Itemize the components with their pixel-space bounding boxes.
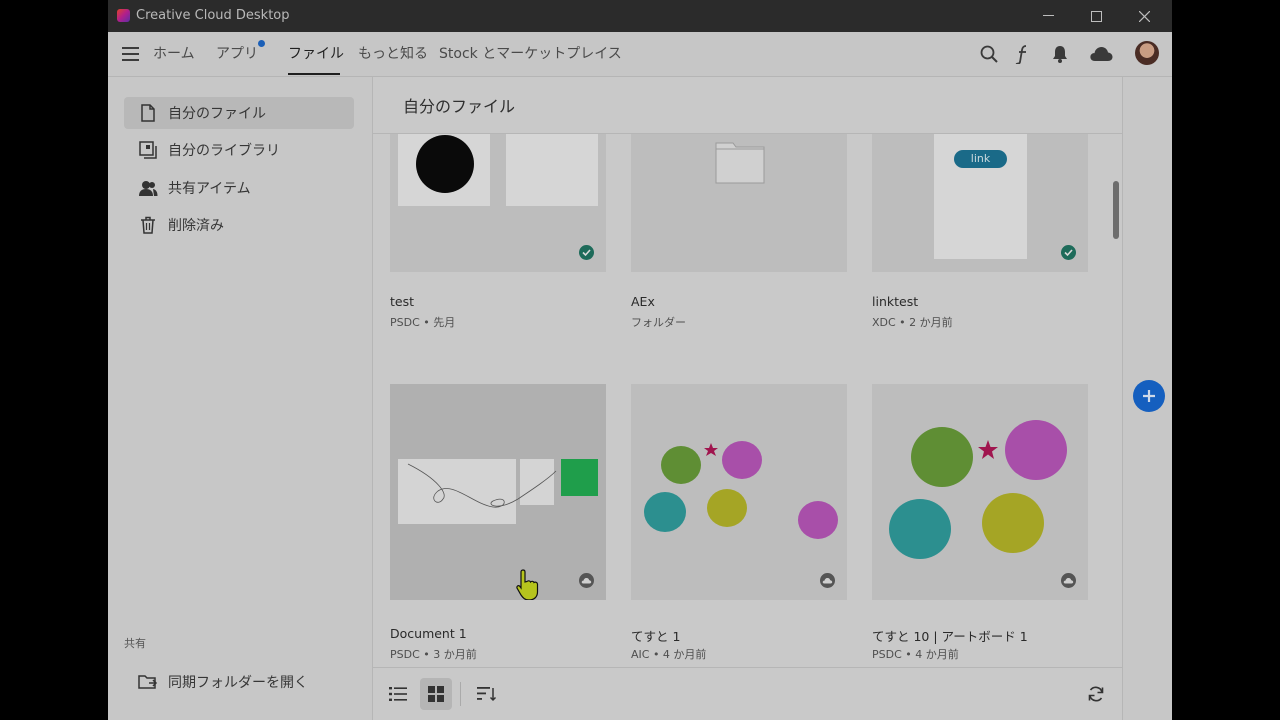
cloud-icon[interactable]: [1089, 42, 1113, 66]
hand-cursor-icon: [514, 568, 542, 600]
active-tab-underline: [288, 73, 340, 75]
hamburger-menu-icon[interactable]: [122, 47, 139, 61]
file-name: てすと 1: [631, 629, 681, 644]
grid-view-button[interactable]: [420, 678, 452, 710]
minimize-button[interactable]: [1024, 0, 1072, 32]
sidebar-item-deleted[interactable]: 削除済み: [124, 209, 354, 241]
main-header: 自分のファイル: [373, 77, 1122, 134]
close-button[interactable]: [1120, 0, 1168, 32]
shared-users-icon: [138, 178, 158, 198]
grid-scrollbar[interactable]: [1113, 181, 1119, 239]
page-title: 自分のファイル: [403, 97, 516, 116]
file-meta: AIC • 4 か月前: [631, 648, 707, 661]
app-window: Creative Cloud Desktop ホーム アプリ ファイル もっと知…: [108, 0, 1172, 720]
toolbar-divider: [460, 682, 461, 706]
file-meta: フォルダー: [631, 316, 686, 329]
refresh-icon: [1088, 686, 1104, 702]
tab-files[interactable]: ファイル: [288, 43, 344, 63]
file-thumbnail[interactable]: [390, 134, 606, 272]
search-icon[interactable]: [977, 42, 1001, 66]
sidebar-item-my-files[interactable]: 自分のファイル: [124, 97, 354, 129]
maximize-button[interactable]: [1072, 0, 1120, 32]
file-name: てすと 10 | アートボード 1: [872, 629, 1028, 644]
file-meta: PSDC • 4 か月前: [872, 648, 959, 661]
sidebar: 自分のファイル 自分のライブラリ 共有アイテム 削除済み 共有 同期フォルダーを: [108, 77, 373, 720]
creative-cloud-logo-icon: [117, 9, 130, 22]
file-meta: XDC • 2 か月前: [872, 316, 953, 329]
plus-icon: [1143, 390, 1155, 402]
add-button[interactable]: [1133, 380, 1165, 412]
file-meta: PSDC • 先月: [390, 316, 456, 329]
sync-folder-label: 同期フォルダーを開く: [168, 675, 308, 691]
list-view-button[interactable]: [382, 678, 414, 710]
file-thumbnail[interactable]: [390, 384, 606, 600]
file-name: linktest: [872, 294, 919, 309]
sort-button[interactable]: [471, 678, 503, 710]
file-thumbnail[interactable]: [872, 384, 1088, 600]
link-pill: link: [954, 150, 1007, 168]
folder-icon: [715, 140, 765, 188]
title-bar: Creative Cloud Desktop: [108, 0, 1172, 32]
refresh-button[interactable]: [1080, 678, 1112, 710]
file-name: test: [390, 294, 415, 309]
file-icon: [138, 103, 158, 123]
sidebar-item-label: 削除済み: [168, 218, 224, 234]
sidebar-item-label: 共有アイテム: [168, 181, 251, 197]
avatar[interactable]: [1135, 41, 1159, 65]
tab-stock[interactable]: Stock とマーケットプレイス: [439, 43, 622, 63]
tab-discover[interactable]: もっと知る: [358, 43, 428, 63]
main-content: 自分のファイル test PSDC • 先月 AEx フォルダー link li…: [373, 77, 1122, 720]
sidebar-item-my-libraries[interactable]: 自分のライブラリ: [124, 134, 354, 166]
trash-icon: [138, 215, 158, 235]
cloud-status-icon: [1061, 573, 1076, 588]
top-navigation: ホーム アプリ ファイル もっと知る Stock とマーケットプレイス: [108, 32, 1172, 77]
folder-open-icon: [138, 672, 158, 692]
sidebar-section-label: 共有: [124, 637, 146, 650]
close-icon: [1138, 10, 1150, 22]
minimize-icon: [1042, 15, 1054, 16]
sidebar-item-shared[interactable]: 共有アイテム: [124, 172, 354, 204]
list-view-icon: [389, 687, 407, 701]
file-thumbnail[interactable]: link: [872, 134, 1088, 272]
file-meta: PSDC • 3 か月前: [390, 648, 477, 661]
sidebar-item-label: 自分のライブラリ: [168, 143, 280, 159]
file-thumbnail[interactable]: [631, 134, 847, 272]
file-thumbnail[interactable]: [631, 384, 847, 600]
right-panel-strip: [1122, 77, 1172, 720]
file-grid: test PSDC • 先月 AEx フォルダー link linktest X…: [373, 134, 1122, 667]
sort-icon: [477, 687, 497, 702]
cloud-status-icon: [579, 573, 594, 588]
maximize-icon: [1090, 10, 1102, 22]
synced-check-icon: [579, 245, 594, 260]
tab-home[interactable]: ホーム: [153, 43, 195, 63]
synced-check-icon: [1061, 245, 1076, 260]
window-title: Creative Cloud Desktop: [136, 8, 290, 23]
grid-view-icon: [428, 686, 444, 702]
bell-icon[interactable]: [1048, 42, 1072, 66]
bottom-toolbar: [373, 667, 1122, 720]
library-icon: [138, 140, 158, 160]
open-sync-folder-button[interactable]: 同期フォルダーを開く: [124, 666, 354, 698]
cloud-status-icon: [820, 573, 835, 588]
tab-apps[interactable]: アプリ: [216, 43, 258, 63]
file-name: Document 1: [390, 626, 467, 641]
notification-dot: [258, 40, 265, 47]
fonts-icon[interactable]: [1011, 42, 1035, 66]
file-name: AEx: [631, 294, 655, 309]
sidebar-item-label: 自分のファイル: [168, 106, 266, 122]
